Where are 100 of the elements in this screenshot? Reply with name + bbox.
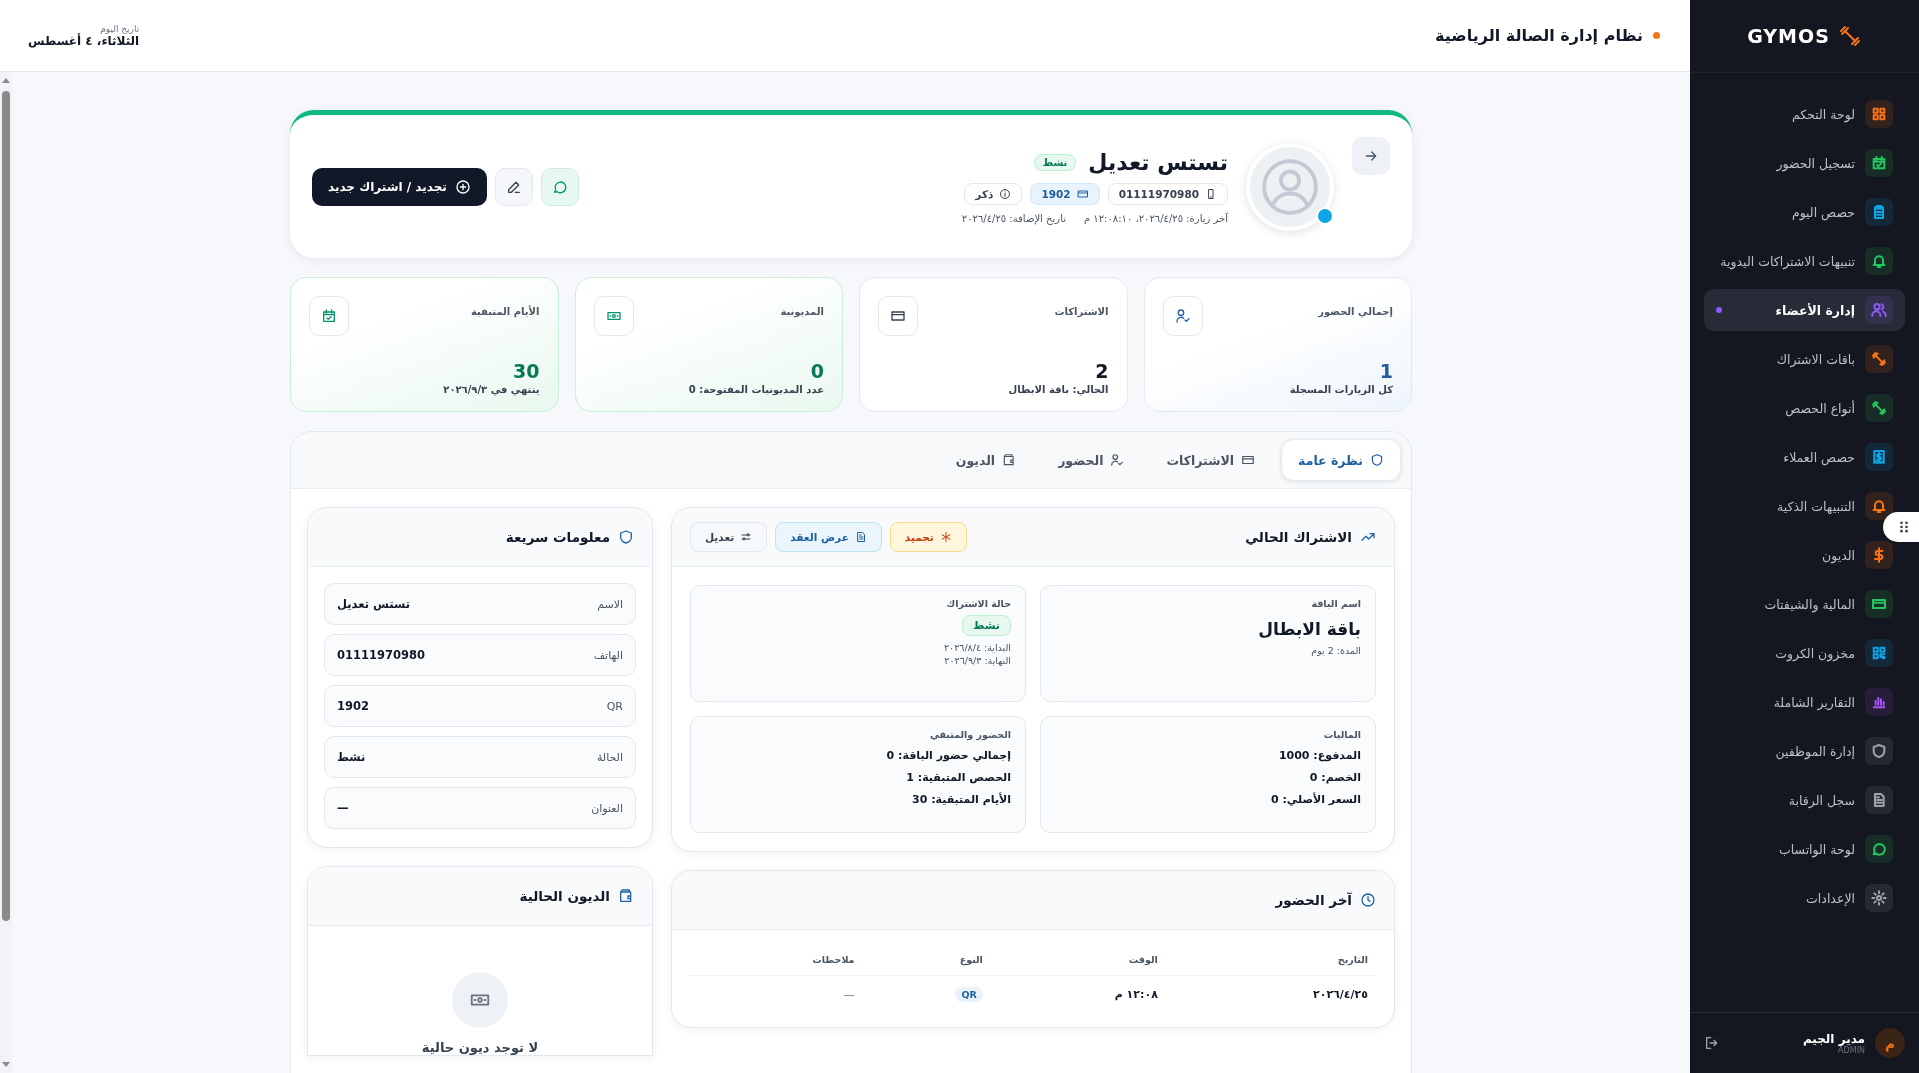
tab[interactable]: نظرة عامة: [1281, 439, 1401, 481]
type-badge: QR: [955, 987, 983, 1002]
sliders-icon: [740, 531, 753, 543]
member-name: تستس تعديل: [1088, 149, 1228, 175]
info-value: 1902: [337, 699, 369, 713]
drag-handle[interactable]: [1883, 512, 1919, 542]
date-value: الثلاثاء، ٤ أغسطس: [28, 33, 140, 48]
plus-icon: [454, 178, 471, 195]
card-title: معلومات سريعة: [505, 529, 610, 545]
info-value: تستس تعديل: [337, 597, 410, 611]
sidebar-item[interactable]: تسجيل الحضور: [1704, 142, 1905, 184]
chat-icon: [551, 178, 568, 195]
table-cell: —: [690, 975, 863, 1013]
stat-value: 1: [1378, 360, 1393, 382]
phone-icon: [1205, 187, 1217, 200]
sidebar-item[interactable]: التقارير الشاملة: [1704, 681, 1905, 723]
shield-icon: [618, 529, 634, 545]
user-check-icon: [1110, 453, 1125, 467]
info-value: —: [337, 801, 349, 815]
empty-state-text: لا توجد ديون حالية: [421, 1040, 539, 1055]
status-badge: نشط: [1033, 153, 1077, 171]
info-label: الحالة: [596, 750, 623, 764]
sidebar-item[interactable]: لوحة الواتساب: [1704, 828, 1905, 870]
column-header: النوع: [862, 942, 991, 976]
info-label: QR: [606, 699, 623, 713]
calendar-icon: [321, 308, 337, 324]
tab[interactable]: الاشتراكات: [1150, 439, 1272, 481]
whatsapp-button[interactable]: [540, 167, 579, 206]
stat-caption: عدد المديونيات المفتوحة: 0: [687, 384, 824, 395]
scrollbar[interactable]: [0, 72, 12, 1073]
snowflake-icon: [939, 531, 952, 543]
back-button[interactable]: [1352, 137, 1390, 175]
stat-label: الاشتراكات: [1054, 306, 1109, 317]
arrow-icon: [1363, 148, 1379, 164]
sidebar-item[interactable]: حصص اليوم: [1704, 191, 1905, 233]
start-date: البداية: ٢٠٢٦/٨/٤: [943, 642, 1011, 653]
card-icon: [1241, 453, 1256, 467]
card-title: الاشتراك الحالي: [1245, 529, 1352, 545]
column-header: ملاحظات: [690, 942, 863, 976]
card-title: الديون الحالية: [519, 888, 610, 904]
duration-text: المدة: 2 يوم: [1310, 645, 1361, 656]
stat-value: 2: [1094, 360, 1109, 382]
attendance-line: إجمالي حضور الباقة: 0: [885, 749, 1011, 762]
stat-value: 0: [809, 360, 824, 382]
wallet-icon: [618, 888, 634, 904]
card-title: آخر الحضور: [1275, 892, 1352, 908]
added-date-text: تاريخ الإضافة: ٢٠٢٦/٤/٢٥: [961, 212, 1066, 224]
clock-icon: [1360, 892, 1376, 908]
action-button[interactable]: تجميد: [889, 522, 967, 552]
logout-icon[interactable]: [1704, 1035, 1720, 1051]
field-label: الماليات: [1322, 729, 1361, 740]
sidebar-item[interactable]: الديون: [1704, 534, 1905, 576]
sidebar-item[interactable]: التنبيهات الذكية: [1704, 485, 1905, 527]
sidebar-item[interactable]: لوحة التحكم: [1704, 93, 1905, 135]
sidebar-item[interactable]: إدارة الموظفين: [1704, 730, 1905, 772]
phone-chip: 01111970980: [1107, 182, 1228, 205]
card-icon: [890, 308, 906, 324]
sidebar-item[interactable]: الإعدادات: [1704, 877, 1905, 919]
column-header: الوقت: [990, 942, 1166, 976]
end-date: النهاية: ٢٠٢٦/٩/٣: [943, 655, 1011, 666]
attendance-line: الأيام المتبقية: 30: [911, 793, 1011, 806]
grip-icon: [1899, 520, 1909, 534]
app-title: نظام إدارة الصالة الرياضية: [1435, 26, 1643, 45]
tab[interactable]: الديون: [939, 439, 1033, 481]
info-icon: [999, 187, 1012, 200]
date-label: تاريخ اليوم: [100, 23, 140, 34]
info-value: 01111970980: [337, 648, 426, 662]
edit-button[interactable]: [494, 167, 533, 206]
stat-caption: ينتهي في ٢٠٢٦/٩/٣: [442, 384, 540, 395]
stat-label: الأيام المتبقية: [470, 306, 540, 317]
dumbbell-icon: [1837, 24, 1862, 48]
action-button[interactable]: عرض العقد: [775, 522, 882, 552]
sidebar-item[interactable]: سجل الرقابة: [1704, 779, 1905, 821]
finance-line: الخصم: 0: [1308, 771, 1361, 784]
renew-button[interactable]: تجديد / اشتراك جديد: [312, 167, 487, 206]
user-name: مدير الجيم: [1801, 1031, 1865, 1046]
sidebar-item[interactable]: باقات الاشتراك: [1704, 338, 1905, 380]
info-value: نشط: [337, 750, 366, 764]
active-dot: [1716, 307, 1722, 313]
finance-line: السعر الأصلي: 0: [1269, 793, 1361, 806]
field-label: اسم الباقة: [1310, 598, 1361, 609]
field-label: حالة الاشتراك: [945, 598, 1011, 609]
shield-icon: [1370, 453, 1384, 467]
action-button[interactable]: تعديل: [690, 522, 768, 552]
card-icon: [1076, 187, 1089, 200]
sidebar-item[interactable]: تنبيهات الاشتراكات اليدوية: [1704, 240, 1905, 282]
finance-line: المدفوع: 1000: [1277, 749, 1361, 762]
wallet-icon: [1002, 453, 1017, 467]
sidebar-item[interactable]: المالية والشيفتات: [1704, 583, 1905, 625]
sidebar-item[interactable]: أنواع الحصص: [1704, 387, 1905, 429]
stat-label: المديونية: [780, 306, 824, 317]
attendance-line: الحصص المتبقية: 1: [905, 771, 1011, 784]
sidebar-item[interactable]: إدارة الأعضاء: [1704, 289, 1905, 331]
sidebar-item[interactable]: حصص العملاء: [1704, 436, 1905, 478]
qr-chip: 1902: [1030, 182, 1100, 205]
sidebar-item[interactable]: مخزون الكروت: [1704, 632, 1905, 674]
field-label: الحضور والمتبقي: [928, 729, 1011, 740]
stat-caption: كل الزيارات المسجلة: [1288, 384, 1393, 395]
info-label: العنوان: [591, 801, 623, 815]
tab[interactable]: الحضور: [1042, 439, 1141, 481]
